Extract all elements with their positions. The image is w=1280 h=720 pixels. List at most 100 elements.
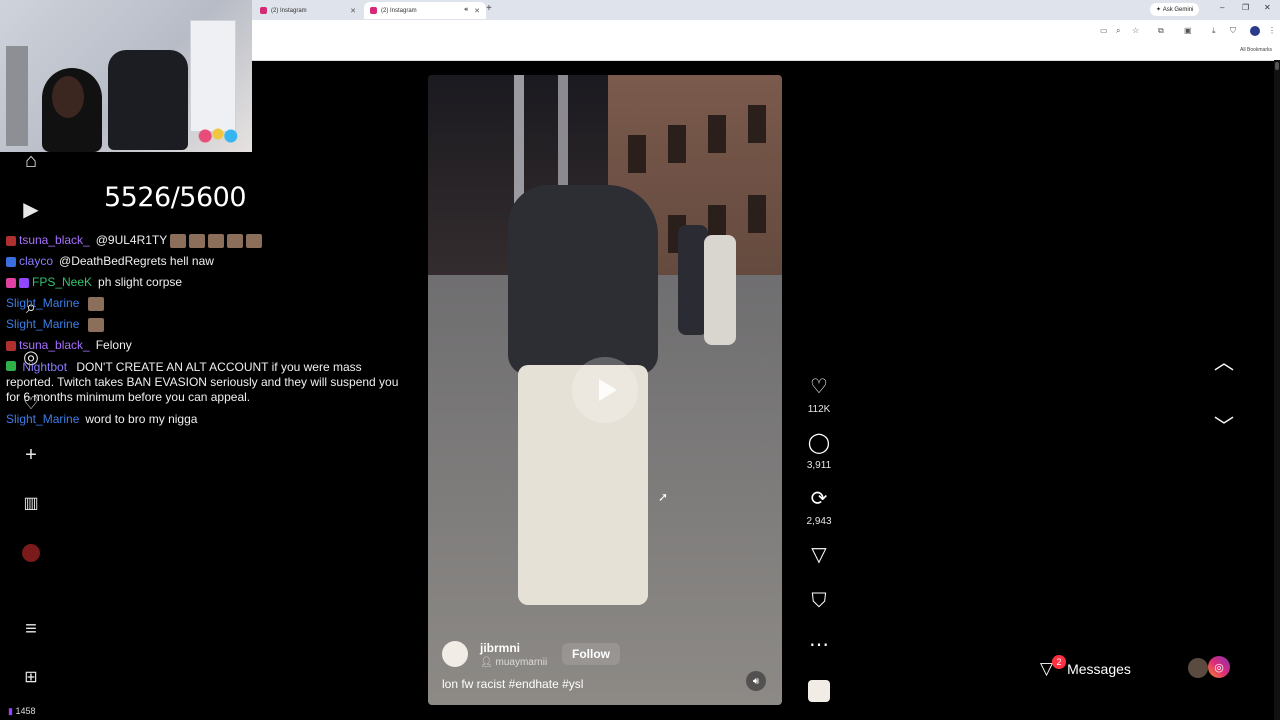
- chat-message: ph slight corpse: [98, 275, 183, 289]
- audio-playing-icon[interactable]: 🔊︎: [464, 7, 468, 14]
- next-reel-icon[interactable]: ﹀: [1214, 410, 1234, 439]
- heart-icon[interactable]: ♡: [800, 376, 838, 398]
- hoodie: [508, 185, 658, 375]
- share-action[interactable]: ▽: [800, 544, 838, 566]
- creator-avatar[interactable]: [442, 641, 468, 667]
- ask-gemini-label: Ask Gemini: [1162, 6, 1194, 13]
- badge-icon: [19, 277, 29, 288]
- chat-message: @DeathBedRegrets hell naw: [59, 254, 214, 268]
- twitch-icon: ▮: [8, 706, 13, 716]
- chat-username[interactable]: Slight_Marine: [6, 293, 79, 314]
- more-options-icon[interactable]: ⋯: [800, 634, 838, 656]
- restore-icon[interactable]: ❐: [1242, 3, 1249, 12]
- viewer-count: 1458: [15, 706, 36, 716]
- volume-icon[interactable]: 🔊︎: [746, 671, 766, 691]
- instagram-logo-icon[interactable]: ◎: [1208, 656, 1230, 678]
- close-tab-icon[interactable]: ✕: [350, 7, 356, 15]
- mouse-cursor-icon: ➚: [658, 490, 669, 504]
- chat-line: clayco @DeathBedRegrets hell naw: [6, 251, 410, 272]
- audio-label[interactable]: 👤︎ muaymarnii: [480, 657, 547, 668]
- chat-username[interactable]: Slight_Marine: [6, 314, 79, 335]
- dashboard-icon[interactable]: ▥: [20, 492, 42, 514]
- emote-icon: [189, 233, 206, 248]
- toys: [186, 126, 250, 146]
- chat-message: word to bro my nigga: [85, 412, 198, 426]
- chat-username[interactable]: FPS_NeeK: [32, 272, 92, 293]
- reel-video[interactable]: jibrmni 👤︎ muaymarnii Follow lon fw raci…: [428, 75, 782, 705]
- bookmark-icon[interactable]: ⛉: [800, 590, 838, 612]
- previous-reel-icon[interactable]: ︿: [1214, 346, 1234, 375]
- comment-action[interactable]: ◯ 3,911: [800, 432, 838, 471]
- play-icon[interactable]: [572, 357, 638, 423]
- tab-title: (2) Instagram: [381, 7, 417, 14]
- tab-title: (2) Instagram: [271, 7, 307, 14]
- hamburger-icon[interactable]: ≡: [20, 618, 42, 640]
- download-icon[interactable]: ⤓: [1212, 26, 1216, 36]
- twitch-chat: tsuna_black_ @9UL4R1TY clayco @DeathBedR…: [6, 230, 410, 430]
- like-action[interactable]: ♡ 112K: [800, 376, 838, 415]
- sidepanel-icon[interactable]: ▣: [1184, 26, 1192, 35]
- messages-label: Messages: [1067, 661, 1131, 677]
- address-bar[interactable]: ▭ ⌕ ☆ ⧉ ▣ ⤓ ⛉ ⋮: [252, 20, 1280, 43]
- webcam-overlay: [0, 0, 252, 152]
- chat-username[interactable]: tsuna_black_: [19, 335, 90, 356]
- share-icon[interactable]: ▽: [800, 544, 838, 566]
- chat-username[interactable]: tsuna_black_: [19, 230, 90, 251]
- comment-count: 3,911: [806, 460, 832, 471]
- chat-username[interactable]: Slight_Marine: [6, 409, 79, 430]
- repost-action[interactable]: ⟳ 2,943: [800, 488, 838, 527]
- minimize-icon[interactable]: –: [1220, 3, 1224, 12]
- door: [190, 20, 236, 132]
- home-icon[interactable]: ⌂: [20, 150, 42, 172]
- more-menu-icon[interactable]: ⋮: [1268, 26, 1276, 35]
- sub-goal-counter: 5526/5600: [104, 182, 247, 213]
- emote-icon: [246, 233, 263, 248]
- window: [748, 195, 766, 233]
- audio-thumbnail[interactable]: [808, 680, 830, 702]
- chat-username[interactable]: clayco: [19, 251, 53, 272]
- scrollbar[interactable]: [1274, 60, 1280, 720]
- direct-message-icon: ▽ 2: [1040, 655, 1066, 679]
- audio-name: muaymarnii: [495, 657, 548, 668]
- cast-icon[interactable]: ▭: [1100, 26, 1108, 35]
- chat-line: tsuna_black_ @9UL4R1TY: [6, 230, 410, 251]
- badge-icon: [6, 277, 16, 288]
- comment-icon[interactable]: ◯: [800, 432, 838, 454]
- all-bookmarks-link[interactable]: All Bookmarks: [1240, 47, 1272, 53]
- close-window-icon[interactable]: ✕: [1264, 3, 1271, 12]
- reels-icon[interactable]: ▶︎: [20, 198, 42, 221]
- ask-gemini-button[interactable]: ✦ Ask Gemini: [1150, 3, 1200, 16]
- emote-icon: [227, 233, 244, 248]
- window: [708, 115, 726, 153]
- chat-line: Slight_Marine word to bro my nigga: [6, 409, 410, 430]
- plus-icon[interactable]: +: [20, 444, 42, 466]
- chat-line: Slight_Marine: [6, 314, 410, 335]
- creator-username[interactable]: jibrmni: [480, 641, 520, 655]
- browser-tab-active[interactable]: (2) Instagram 🔊︎ ✕: [364, 2, 486, 19]
- extensions-icon[interactable]: ⧉: [1158, 26, 1164, 36]
- save-action[interactable]: ⛉: [800, 590, 838, 612]
- more-action[interactable]: ⋯: [800, 634, 838, 656]
- profile-avatar[interactable]: [1250, 26, 1260, 36]
- chat-username[interactable]: Nightbot: [22, 360, 67, 374]
- new-tab-icon[interactable]: +: [486, 3, 492, 14]
- badge-icon: [6, 361, 16, 371]
- emote-icon: [88, 317, 105, 332]
- browser-tab[interactable]: (2) Instagram ✕: [254, 2, 362, 19]
- messages-button[interactable]: ▽ 2 Messages: [1038, 655, 1194, 682]
- emote-icon: [170, 233, 187, 248]
- follow-button[interactable]: Follow: [562, 643, 620, 665]
- repost-icon[interactable]: ⟳: [800, 488, 838, 510]
- pin-icon[interactable]: ⛉: [1230, 26, 1236, 36]
- sparkle-icon: ✦: [1156, 7, 1163, 13]
- close-tab-icon[interactable]: ✕: [474, 7, 480, 15]
- bookmark-star-icon[interactable]: ☆: [1132, 26, 1139, 35]
- window: [668, 125, 686, 163]
- profile-avatar-icon[interactable]: [20, 542, 42, 564]
- bystander: [704, 235, 736, 345]
- viewer-counter: ▮ 1458: [8, 706, 36, 717]
- zoom-icon[interactable]: ⌕: [1116, 26, 1120, 36]
- apps-grid-icon[interactable]: ⊞: [20, 666, 42, 688]
- repost-count: 2,943: [806, 516, 832, 527]
- message-avatar[interactable]: [1188, 658, 1208, 678]
